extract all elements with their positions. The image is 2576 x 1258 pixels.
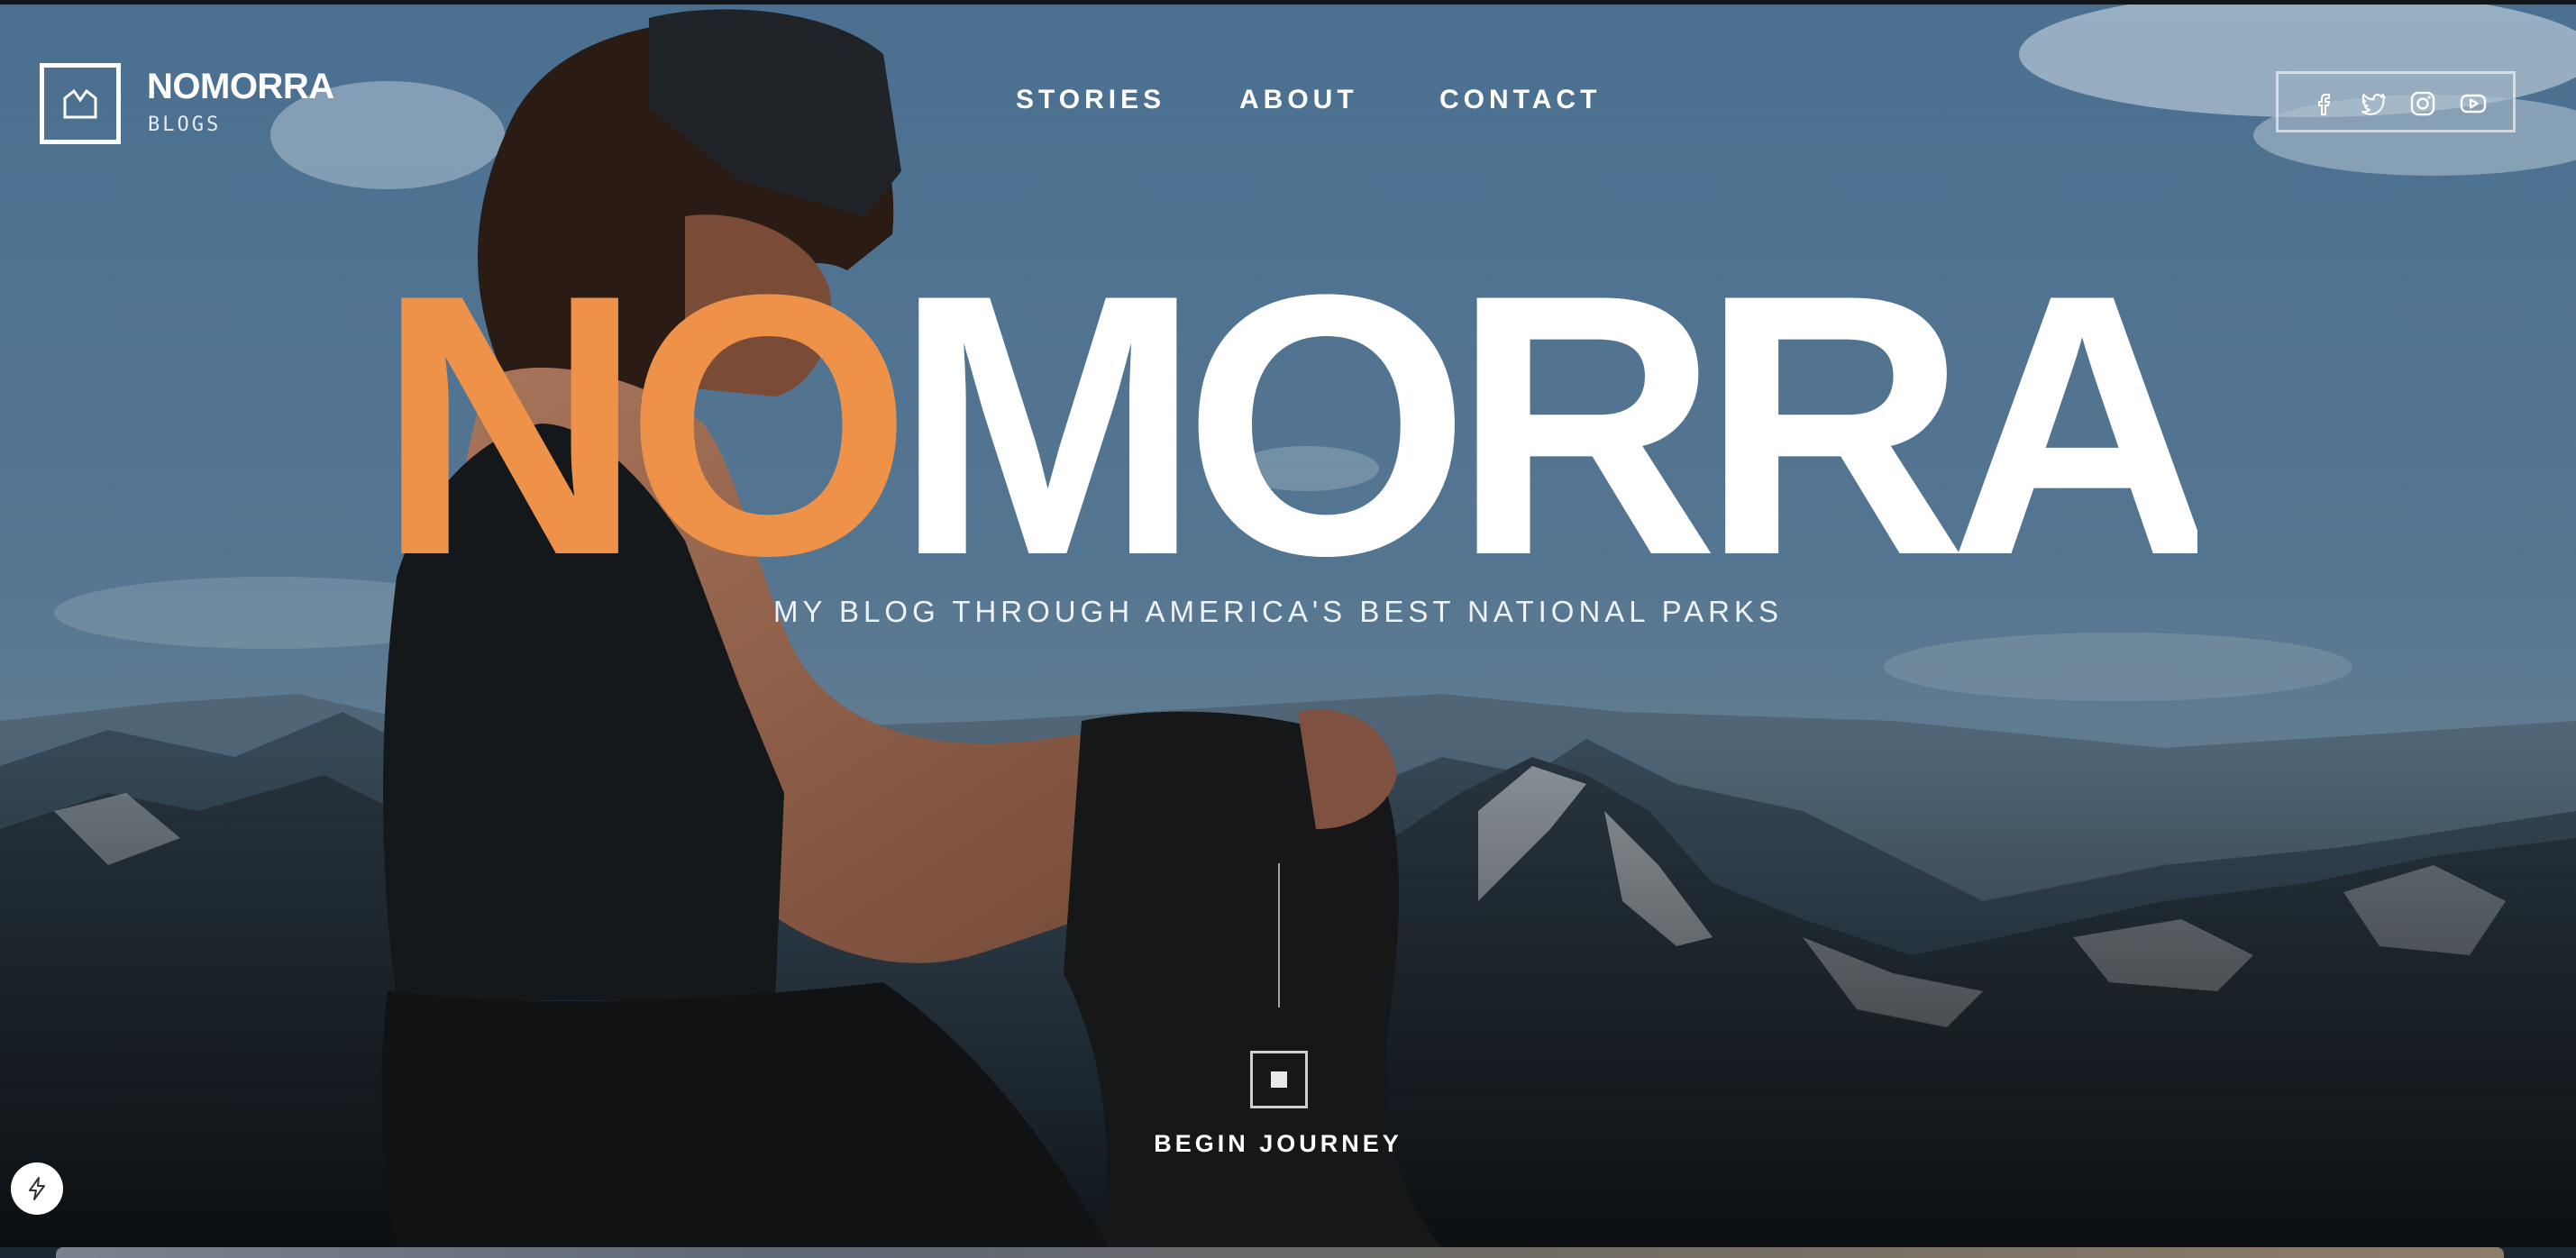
next-section-edge xyxy=(56,1247,2504,1258)
scroll-line xyxy=(1278,863,1280,1007)
nav-link-stories[interactable]: STORIES xyxy=(1016,85,1165,115)
nav-link-contact[interactable]: CONTACT xyxy=(1439,85,1601,115)
facebook-icon[interactable] xyxy=(2311,89,2340,118)
quick-action-button[interactable] xyxy=(11,1162,63,1215)
lightning-icon xyxy=(29,1177,45,1200)
begin-journey-button[interactable] xyxy=(1250,1051,1308,1108)
hero-tagline: MY BLOG THROUGH AMERICA'S BEST NATIONAL … xyxy=(772,595,1784,628)
social-links xyxy=(2276,71,2516,132)
hero-title-accent: NO xyxy=(377,263,901,579)
twitter-icon[interactable] xyxy=(2359,89,2388,118)
hero-title-rest: MORRA xyxy=(894,263,2197,579)
nav-link-about[interactable]: ABOUT xyxy=(1239,85,1358,115)
main-nav: STORIES ABOUT CONTACT xyxy=(0,85,2576,121)
begin-journey-label[interactable]: BEGIN JOURNEY xyxy=(0,1130,2556,1158)
instagram-icon[interactable] xyxy=(2408,89,2437,118)
svg-text:NOMORRA: NOMORRA xyxy=(377,263,2197,579)
top-border xyxy=(0,0,2576,5)
hero-title: NOMORRA xyxy=(377,263,2197,579)
youtube-icon[interactable] xyxy=(2459,89,2488,118)
square-icon xyxy=(1271,1071,1287,1088)
